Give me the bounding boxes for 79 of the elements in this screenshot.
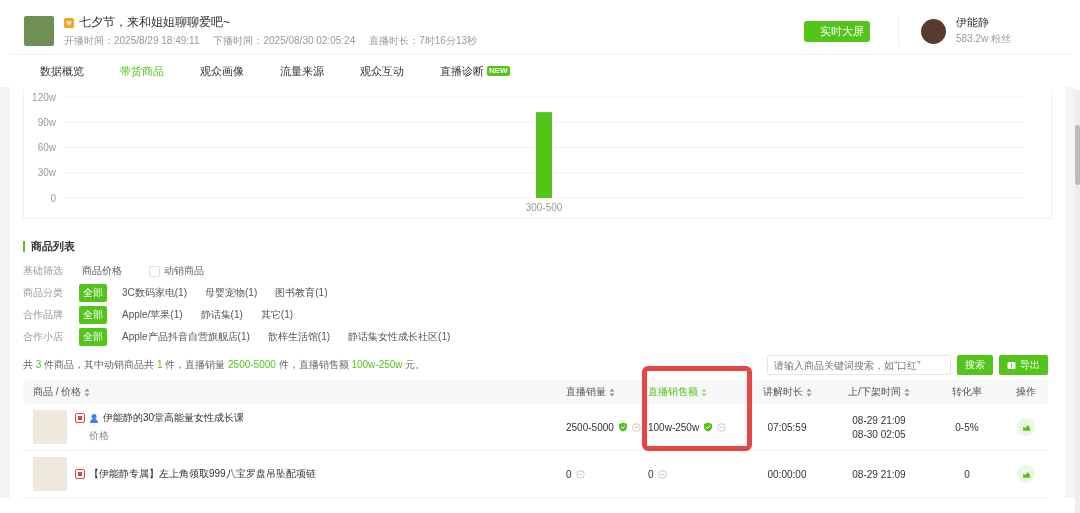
checkbox-label[interactable]: 动销商品 — [164, 264, 204, 278]
product-name: 伊能静的30堂高能量女性成长课 — [103, 411, 245, 425]
chart-icon — [1021, 423, 1031, 431]
filter-option[interactable]: 其它(1) — [257, 307, 297, 323]
sort-icon — [701, 387, 707, 397]
start-time: 开播时间：2025/8/29 18:49:11 — [64, 34, 200, 48]
checkbox[interactable] — [149, 265, 160, 277]
axis-label: 300-500 — [525, 202, 563, 213]
scrollbar-thumb[interactable] — [1075, 125, 1080, 185]
filter-option[interactable]: 静话集(1) — [197, 307, 246, 323]
table-cell: 07:05:59 — [767, 421, 807, 433]
filter-option[interactable]: Apple产品抖音自营旗舰店(1) — [119, 329, 253, 345]
live-duration: 直播时长：7时16分13秒 — [369, 34, 478, 48]
axis-label: 30w — [37, 167, 56, 179]
table-cell: 0 — [648, 468, 654, 480]
axis-label: 60w — [37, 142, 56, 153]
column-header[interactable]: 商品 / 价格 — [23, 380, 566, 404]
product-tag-icon — [75, 469, 85, 479]
product-name: 【伊能静专属】左上角领取999八宝罗盘吊坠配项链 — [89, 467, 316, 481]
filter-option[interactable]: 歆梓生活馆(1) — [264, 329, 334, 345]
filter-label: 合作小店 — [23, 330, 64, 344]
axis-label: 90w — [37, 116, 56, 128]
sort-icon — [903, 387, 910, 397]
axis-label: 120w — [32, 91, 56, 103]
product-image — [33, 410, 67, 444]
table-cell: 08-30 02:05 — [852, 428, 906, 440]
product-price: 价格 — [88, 429, 110, 443]
fan-count: 583.2w 粉丝 — [956, 32, 1013, 46]
sort-icon — [84, 387, 91, 397]
table-cell: 2500-5000 — [566, 421, 614, 433]
column-header[interactable]: 转化率 — [930, 380, 1004, 404]
table-cell: 0 — [964, 468, 970, 480]
nav-tab[interactable]: 观众互动 — [350, 63, 414, 79]
nav-tab[interactable]: 数据概览 — [30, 63, 94, 79]
filter-option[interactable]: 商品价格 — [79, 263, 125, 279]
minus-circle-icon — [575, 469, 585, 479]
column-header[interactable]: 操作 — [1004, 380, 1048, 404]
table-cell: 0 — [566, 468, 572, 480]
filter-option[interactable]: 静话集女性成长社区(1) — [345, 329, 454, 345]
chart-button[interactable] — [1017, 418, 1035, 436]
filter-label: 合作品牌 — [23, 308, 64, 322]
filter-option[interactable]: Apple/苹果(1) — [119, 307, 186, 323]
table-cell: 08-29 21:09 — [852, 414, 906, 426]
filter-option[interactable]: 图书教育(1) — [272, 285, 331, 301]
minus-circle-icon — [657, 469, 667, 479]
column-header[interactable]: 讲解时长 — [746, 380, 828, 404]
table-cell: 100w-250w — [648, 421, 700, 433]
photo-placeholder — [24, 16, 54, 46]
product-tag-icon — [75, 413, 85, 423]
section-title: 商品列表 — [31, 239, 75, 254]
cart-icon — [64, 17, 74, 28]
minus-circle-icon — [631, 422, 641, 432]
nav-tab[interactable]: 观众画像 — [190, 63, 254, 79]
column-header[interactable]: 上/下架时间 — [828, 380, 930, 404]
column-header[interactable]: 直播销量 — [566, 380, 648, 404]
avatar — [921, 18, 946, 44]
filter-label: 商品分类 — [23, 286, 64, 300]
product-image — [33, 457, 67, 491]
new-badge: NEW — [487, 66, 510, 76]
table-cell: 08-29 21:09 — [852, 468, 906, 480]
end-time: 下播时间：2025/08/30 02:05:24 — [213, 34, 356, 48]
table-cell: 0-5% — [955, 421, 979, 433]
axis-label: 0 — [50, 192, 56, 204]
filter-label: 基础筛选 — [23, 264, 64, 278]
sort-icon — [609, 387, 615, 397]
chart-button[interactable] — [1017, 465, 1035, 483]
filter-option[interactable]: 3C数码家电(1) — [119, 285, 190, 301]
nav-tab[interactable]: 流量来源 — [270, 63, 334, 79]
filter-option[interactable]: 母婴宠物(1) — [202, 285, 261, 301]
minus-circle-icon — [717, 422, 727, 432]
anchor-name: 伊能静 — [956, 16, 990, 30]
summary-text: 共 3 件商品，其中动销商品共 1 件，直播销量 2500-5000 件，直播销售额 100w-250w 元。 — [23, 358, 426, 372]
nav-tab[interactable]: 直播诊断 NEW — [430, 63, 520, 79]
table-cell: 00:00:00 — [767, 468, 807, 480]
search-field[interactable]: 请输入商品关键词搜索，如“口红” — [767, 355, 951, 375]
sort-icon — [805, 387, 812, 397]
export-icon — [1007, 360, 1016, 370]
chart-icon — [1021, 470, 1031, 478]
live-title: 七夕节，来和姐姐聊聊爱吧~ — [79, 14, 230, 31]
